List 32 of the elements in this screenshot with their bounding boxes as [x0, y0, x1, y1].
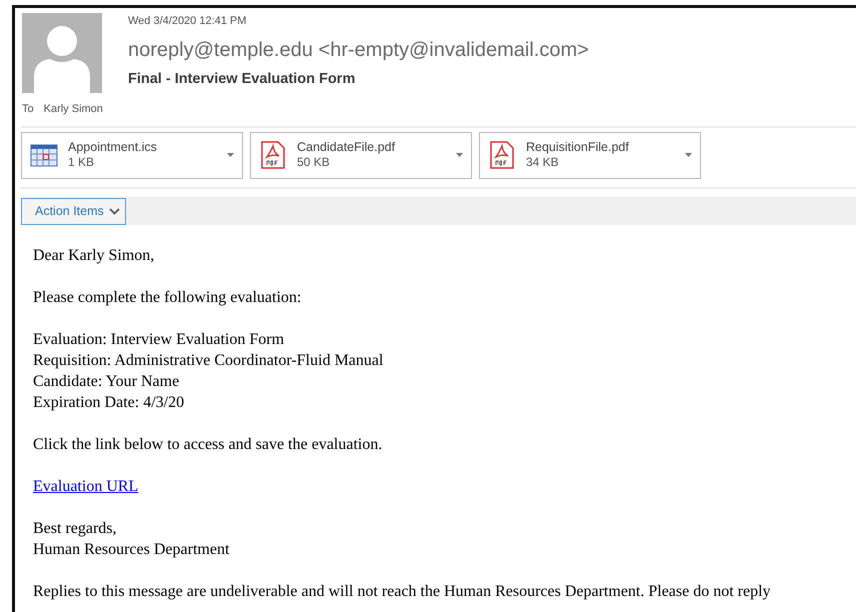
message-text: Replies to this message are undeliverable and will not reach the Human Resources Department. Please do not reply [33, 582, 771, 600]
subject-line: Final - Interview Evaluation Form [128, 70, 356, 88]
caret-icon [685, 153, 692, 157]
message-text: Evaluation: Interview Evaluation Form [33, 330, 284, 348]
caret-icon [227, 153, 234, 157]
sender-address: noreply@temple.edu <hr-empty@invalidemail.com> [128, 38, 589, 62]
file-size: 1 KB [68, 155, 96, 170]
message-text: Dear Karly Simon, [33, 246, 154, 264]
file-name: RequisitionFile.pdf [526, 140, 629, 156]
file-size: 50 KB [297, 155, 331, 170]
message-text: Best regards, [33, 520, 117, 536]
pdf-icon [259, 141, 287, 169]
file-name: Appointment.ics [68, 140, 157, 156]
to-label: To [22, 102, 34, 117]
message-text: Candidate: Your Name [33, 372, 180, 390]
caret-icon [456, 153, 463, 157]
message-text: Please complete the following evaluation: [33, 288, 302, 306]
evaluation-link[interactable]: Evaluation URL [33, 478, 138, 494]
attachment-card[interactable]: RequisitionFile.pdf 34 KB [479, 132, 701, 178]
file-name: CandidateFile.pdf [297, 140, 395, 156]
message-text: Human Resources Department [33, 540, 230, 558]
action-items-button[interactable]: Action Items [21, 198, 126, 224]
chevron-icon [108, 208, 120, 214]
attachment-card[interactable]: Appointment.ics 1 KB [21, 132, 243, 178]
attachment-card[interactable]: CandidateFile.pdf 50 KB [250, 132, 472, 178]
message-text: Click the link below to access and save the evaluation. [33, 436, 382, 452]
file-size: 34 KB [526, 155, 560, 170]
message-text: Requisition: Administrative Coordinator-Fluid Manual [33, 352, 384, 368]
message-text: Expiration Date: 4/3/20 [33, 394, 184, 410]
pdf-icon [488, 141, 516, 169]
recipient-name[interactable]: Karly Simon [44, 101, 103, 118]
sent-date: Wed 3/4/2020 12:41 PM [128, 14, 248, 29]
